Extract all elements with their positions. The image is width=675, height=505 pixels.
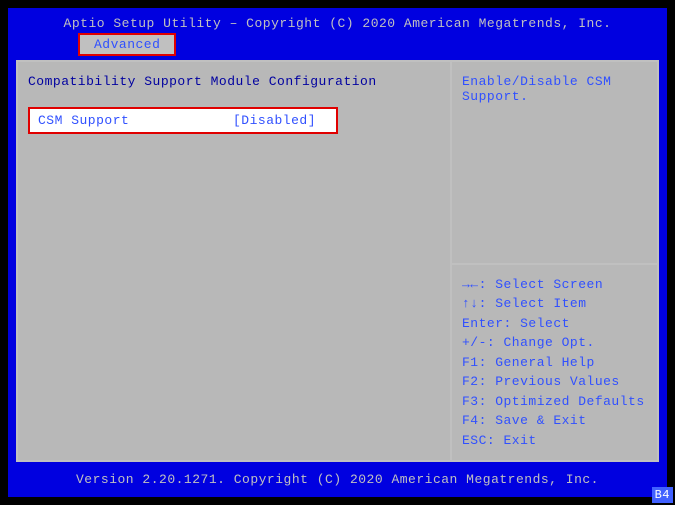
setting-csm-support[interactable]: CSM Support [Disabled] [28,107,338,134]
help-text: Enable/Disable CSM Support. [452,62,657,265]
main-area: Compatibility Support Module Configurati… [16,60,659,462]
left-panel: Compatibility Support Module Configurati… [18,62,452,460]
section-title: Compatibility Support Module Configurati… [28,74,440,89]
key-select-item: ↑↓: Select Item [462,294,647,314]
setting-value: [Disabled] [233,113,316,128]
footer-version: Version 2.20.1271. Copyright (C) 2020 Am… [8,462,667,497]
key-esc: ESC: Exit [462,431,647,451]
keys-area: →←: Select Screen ↑↓: Select Item Enter:… [452,265,657,461]
bios-container: Aptio Setup Utility – Copyright (C) 2020… [8,8,667,497]
key-f3: F3: Optimized Defaults [462,392,647,412]
header-title: Aptio Setup Utility – Copyright (C) 2020… [8,8,667,33]
tab-advanced[interactable]: Advanced [78,33,176,56]
key-enter: Enter: Select [462,314,647,334]
key-select-screen: →←: Select Screen [462,275,647,295]
setting-label: CSM Support [38,113,233,128]
tab-row: Advanced [8,33,667,60]
corner-badge: B4 [652,487,673,503]
key-f2: F2: Previous Values [462,372,647,392]
right-panel: Enable/Disable CSM Support. →←: Select S… [452,62,657,460]
key-change-opt: +/-: Change Opt. [462,333,647,353]
key-f4: F4: Save & Exit [462,411,647,431]
key-f1: F1: General Help [462,353,647,373]
